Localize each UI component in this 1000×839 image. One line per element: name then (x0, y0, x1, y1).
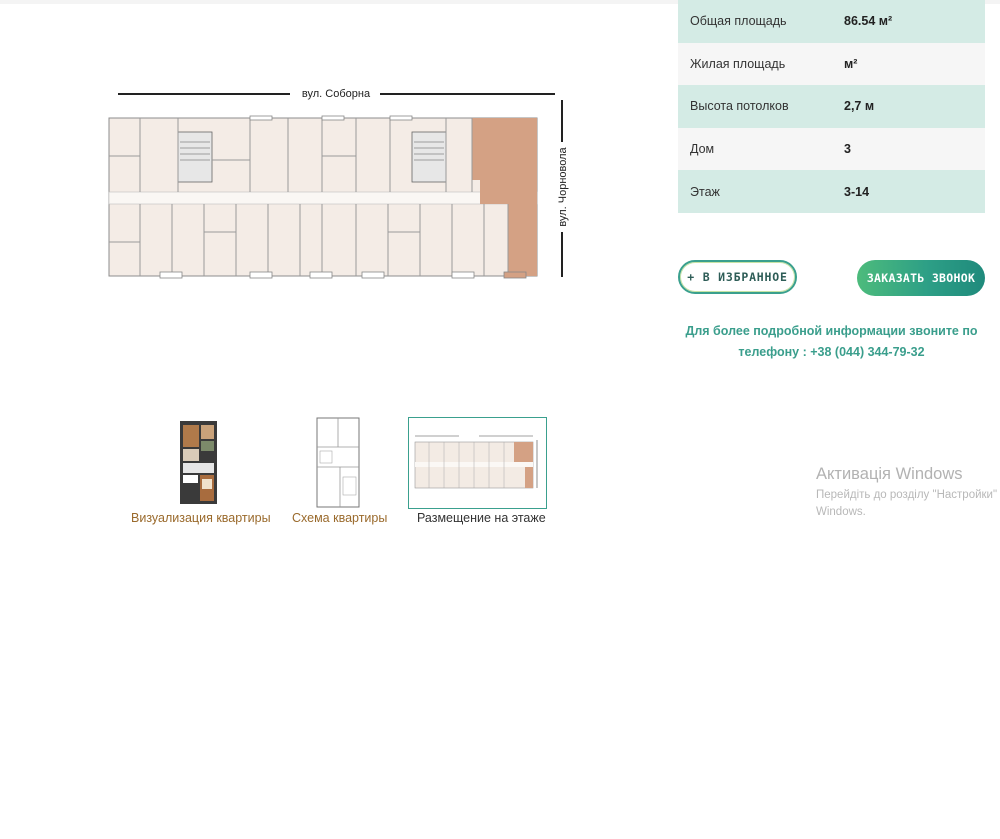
spec-value: 3-14 (844, 184, 870, 199)
floor-placement-image (414, 435, 538, 489)
spec-value: м² (844, 56, 858, 71)
street-label-top: вул. Соборна (302, 88, 371, 100)
caption-visualization[interactable]: Визуализация квартиры (131, 511, 271, 525)
caption-scheme[interactable]: Схема квартиры (292, 511, 387, 525)
spec-label: Общая площадь (690, 14, 787, 29)
windows-activation-hint: Перейдіть до розділу "Настройки" Windows… (816, 487, 1000, 521)
windows-activation-line2: Windows. (816, 506, 866, 518)
spec-row-floor: Этаж 3-14 (678, 170, 985, 213)
apartment-scheme-image (316, 417, 360, 508)
spec-row-ceiling-height: Высота потолков 2,7 м (678, 85, 985, 128)
windows-activation-line1: Перейдіть до розділу "Настройки" (816, 489, 998, 501)
spec-value: 86.54 м² (844, 14, 893, 29)
floor-plan: вул. Соборна вул. Чорновола (100, 82, 580, 282)
spec-value: 3 (844, 142, 851, 157)
contact-info: Для более подробной информации звоните п… (678, 321, 985, 363)
apartment-visualization-image (180, 421, 217, 504)
spec-label: Жилая площадь (690, 56, 786, 71)
caption-floor-placement[interactable]: Размещение на этаже (417, 511, 546, 525)
specs-table: Общая площадь 86.54 м² Жилая площадь м² … (678, 0, 985, 213)
street-label-side: вул. Чорновола (557, 146, 569, 226)
spec-row-house: Дом 3 (678, 127, 985, 171)
spec-label: Дом (690, 142, 715, 157)
spec-value: 2,7 м (844, 99, 875, 114)
request-call-button[interactable]: ЗАКАЗАТЬ ЗВОНОК (857, 260, 985, 296)
spec-label: Этаж (690, 184, 720, 199)
spec-row-total-area: Общая площадь 86.54 м² (678, 0, 985, 43)
spec-label: Высота потолков (690, 99, 789, 114)
thumbnail-floor-placement[interactable] (408, 417, 547, 509)
add-to-favorites-button[interactable]: + В ИЗБРАННОЕ (678, 260, 797, 294)
spec-row-living-area: Жилая площадь м² (678, 42, 985, 86)
phone-number[interactable]: +38 (044) 344-79-32 (810, 345, 924, 359)
windows-activation-title: Активація Windows (816, 465, 963, 483)
